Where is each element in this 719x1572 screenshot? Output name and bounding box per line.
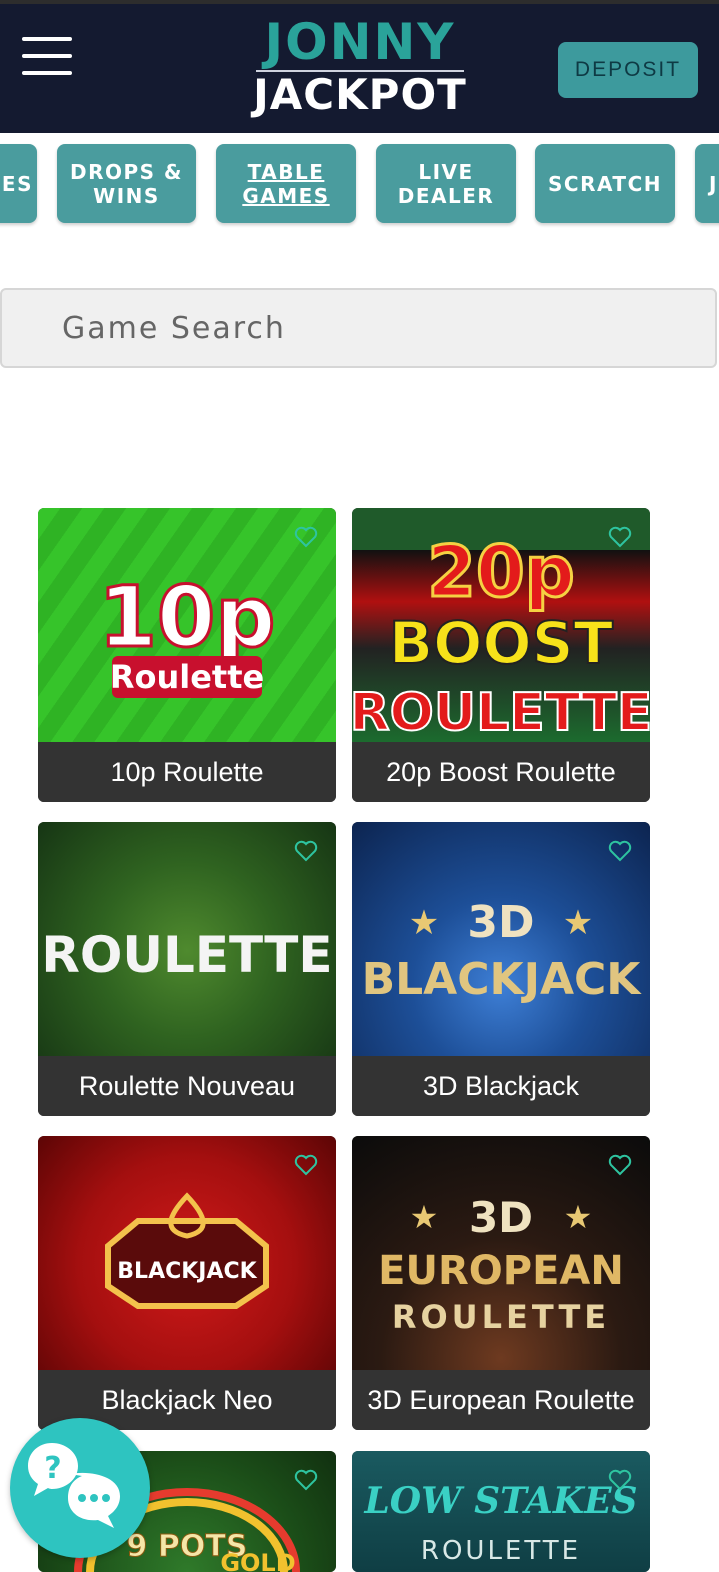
art-text: BLACKJACK	[117, 1259, 257, 1284]
game-card-20p-boost-roulette[interactable]: 20p BOOST ROULETTE 20p Boost Roulette	[352, 508, 650, 802]
art-text: BOOST	[389, 609, 614, 677]
game-thumbnail[interactable]: LOW STAKES ROULETTE	[352, 1451, 650, 1572]
category-tabs: MES DROPS & WINS TABLE GAMES LIVE DEALER…	[0, 133, 719, 233]
game-card-blackjack-neo[interactable]: BLACKJACK Blackjack Neo	[38, 1136, 336, 1430]
art-text: LOW STAKES	[363, 1480, 637, 1522]
game-title[interactable]: 3D European Roulette	[352, 1370, 650, 1430]
game-search[interactable]	[0, 288, 717, 368]
game-card-roulette-nouveau[interactable]: ROULETTE Roulette Nouveau	[38, 822, 336, 1116]
art-text: GOLD	[220, 1549, 295, 1572]
star-icon: ★	[563, 903, 593, 943]
game-thumbnail[interactable]: BLACKJACK	[38, 1136, 336, 1370]
art-text: 3D	[469, 1193, 533, 1242]
star-icon: ★	[409, 903, 439, 943]
site-header: JONNY JACKPOT DEPOSIT	[0, 0, 719, 133]
heart-outline-icon[interactable]	[294, 1469, 318, 1491]
art-text: 20p	[427, 531, 575, 613]
game-card-3d-blackjack[interactable]: ★ ★ 3D BLACKJACK 3D Blackjack	[352, 822, 650, 1116]
hamburger-menu-icon[interactable]	[22, 37, 72, 77]
heart-outline-icon[interactable]	[608, 1469, 632, 1491]
heart-outline-icon[interactable]	[608, 1154, 632, 1176]
art-text: EUROPEAN	[378, 1248, 624, 1294]
heart-outline-icon[interactable]	[294, 840, 318, 862]
art-text: 10p	[98, 568, 275, 666]
game-thumbnail[interactable]: ★ ★ 3D BLACKJACK	[352, 822, 650, 1056]
heart-outline-icon[interactable]	[608, 526, 632, 548]
search-input[interactable]	[2, 290, 715, 366]
game-card-3d-european-roulette[interactable]: ★ ★ 3D EUROPEAN ROULETTE 3D European Rou…	[352, 1136, 650, 1430]
svg-text:?: ?	[44, 1451, 61, 1486]
help-chat-button[interactable]: ?	[10, 1418, 150, 1558]
game-thumbnail[interactable]: 10p Roulette	[38, 508, 336, 742]
tab-scratch[interactable]: SCRATCH	[535, 144, 675, 223]
game-title[interactable]: 3D Blackjack	[352, 1056, 650, 1116]
deposit-button[interactable]: DEPOSIT	[558, 42, 698, 98]
art-text: ROULETTE	[392, 1298, 610, 1336]
logo-text-bottom: JACKPOT	[253, 70, 467, 119]
tab-table-games[interactable]: TABLE GAMES	[216, 144, 356, 223]
help-chat-icon: ?	[28, 1443, 120, 1528]
game-card-low-stakes-roulette[interactable]: LOW STAKES ROULETTE	[352, 1451, 650, 1572]
game-card-10p-roulette[interactable]: 10p Roulette 10p Roulette	[38, 508, 336, 802]
game-title[interactable]: Roulette Nouveau	[38, 1056, 336, 1116]
art-text: ROULETTE	[352, 683, 650, 742]
site-logo[interactable]: JONNY JACKPOT	[250, 14, 470, 124]
game-thumbnail[interactable]: ★ ★ 3D EUROPEAN ROULETTE	[352, 1136, 650, 1370]
heart-outline-icon[interactable]	[294, 526, 318, 548]
tab-games[interactable]: MES	[0, 144, 37, 223]
art-text: ROULETTE	[41, 926, 332, 984]
tab-next[interactable]: J	[695, 144, 719, 223]
art-text: BLACKJACK	[362, 954, 643, 1005]
star-icon: ★	[564, 1198, 593, 1236]
tab-drops-wins[interactable]: DROPS & WINS	[57, 144, 196, 223]
game-title[interactable]: 10p Roulette	[38, 742, 336, 802]
game-thumbnail[interactable]: ROULETTE	[38, 822, 336, 1056]
logo-text-top: JONNY	[264, 13, 456, 71]
art-text: 3D	[467, 897, 534, 948]
game-thumbnail[interactable]: 20p BOOST ROULETTE	[352, 508, 650, 742]
heart-outline-icon[interactable]	[608, 840, 632, 862]
tab-live-dealer[interactable]: LIVE DEALER	[376, 144, 516, 223]
art-text: ROULETTE	[421, 1536, 581, 1566]
game-title[interactable]: 20p Boost Roulette	[352, 742, 650, 802]
art-text: Roulette	[110, 658, 264, 696]
star-icon: ★	[410, 1198, 439, 1236]
heart-outline-icon[interactable]	[294, 1154, 318, 1176]
